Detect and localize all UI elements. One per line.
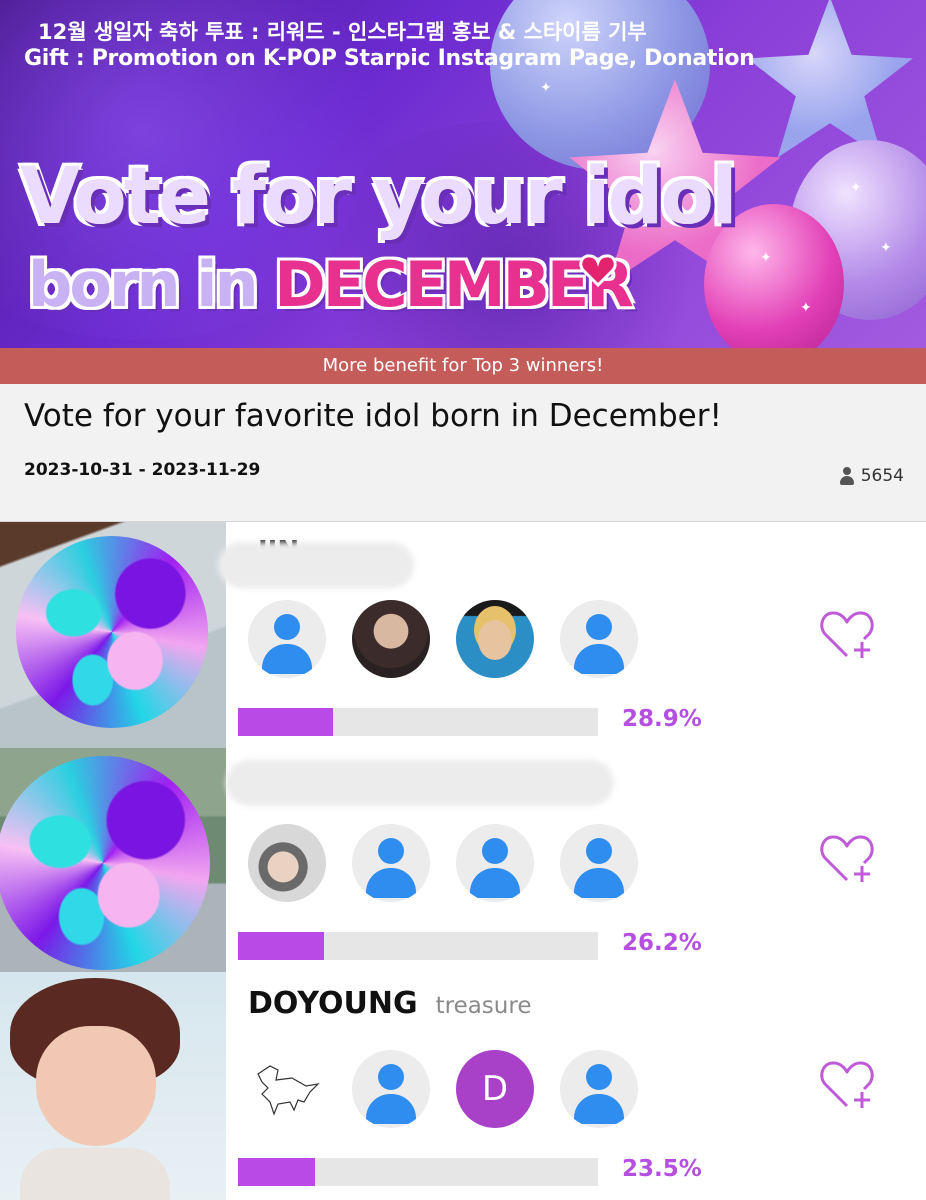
- candidate-photo[interactable]: [0, 748, 226, 972]
- participant-count: 5654: [839, 466, 904, 486]
- default-avatar[interactable]: [352, 1050, 430, 1128]
- heart-plus-icon[interactable]: [818, 830, 876, 886]
- candidate-group: treasure: [435, 993, 532, 1019]
- heart-plus-icon[interactable]: [818, 1056, 876, 1112]
- vote-info: Vote for your favorite idol born in Dece…: [0, 384, 926, 522]
- vote-percentage: 26.2%: [622, 930, 702, 956]
- banner-korean-subtitle: 12월 생일자 축하 투표 : 리워드 - 인스타그램 홍보 & 스타이름 기부: [38, 20, 647, 44]
- sparkle-icon: ✦: [850, 180, 862, 196]
- supporter-avatars: [248, 824, 638, 902]
- banner-headline-2: born in DECEMBER: [28, 248, 634, 321]
- benefit-bar: More benefit for Top 3 winners!: [0, 348, 926, 384]
- obscured-face-sticker: [16, 536, 208, 728]
- letter-avatar[interactable]: D: [456, 1050, 534, 1128]
- default-avatar[interactable]: [456, 824, 534, 902]
- participant-count-value: 5654: [860, 466, 904, 486]
- blurred-name-overlay: [226, 760, 614, 806]
- obscured-face-sticker: [0, 756, 210, 970]
- blurred-name-overlay: [218, 542, 414, 588]
- default-avatar[interactable]: [560, 1050, 638, 1128]
- candidate-row[interactable]: 26.2%: [0, 748, 926, 972]
- vote-progress-fill: [238, 708, 334, 736]
- default-avatar[interactable]: [352, 824, 430, 902]
- photo-avatar[interactable]: [352, 600, 430, 678]
- face-shape: [36, 1026, 156, 1146]
- vote-progress-bar: [238, 932, 598, 960]
- vote-percentage: 28.9%: [622, 706, 702, 732]
- candidate-photo[interactable]: [0, 522, 226, 748]
- person-icon: [839, 467, 855, 485]
- banner-gift-subtitle: Gift : Promotion on K-POP Starpic Instag…: [24, 46, 755, 71]
- candidate-name-text: DOYOUNG: [248, 986, 418, 1021]
- default-avatar[interactable]: [560, 824, 638, 902]
- sketch-avatar[interactable]: [248, 1050, 326, 1128]
- banner-headline-born: born in: [28, 248, 275, 321]
- default-avatar[interactable]: [560, 600, 638, 678]
- candidate-row[interactable]: JIN 28.9%: [0, 522, 926, 748]
- default-avatar[interactable]: [248, 600, 326, 678]
- heart-plus-icon[interactable]: [818, 606, 876, 662]
- clothes-shape: [20, 1148, 170, 1200]
- vote-title: Vote for your favorite idol born in Dece…: [24, 398, 722, 434]
- photo-avatar[interactable]: [248, 824, 326, 902]
- candidate-photo[interactable]: [0, 972, 226, 1200]
- event-banner[interactable]: ✦ ✦ ✦ ✦ ✦ 12월 생일자 축하 투표 : 리워드 - 인스타그램 홍보…: [0, 0, 926, 350]
- vote-progress-bar: [238, 1158, 598, 1186]
- candidate-name: DOYOUNG treasure: [248, 986, 531, 1021]
- sparkle-icon: ✦: [880, 240, 892, 256]
- heart-icon: [579, 254, 617, 288]
- candidate-row[interactable]: DOYOUNG treasure D 23.5%: [0, 972, 926, 1200]
- banner-headline: Vote for your idol: [20, 152, 738, 242]
- vote-progress-fill: [238, 932, 325, 960]
- dinosaur-sketch-icon: [257, 1065, 320, 1116]
- photo-avatar[interactable]: [456, 600, 534, 678]
- vote-progress-fill: [238, 1158, 316, 1186]
- supporter-avatars: D: [248, 1050, 638, 1128]
- supporter-avatars: [248, 600, 638, 678]
- sparkle-icon: ✦: [540, 80, 552, 96]
- vote-progress-bar: [238, 708, 598, 736]
- vote-period: 2023-10-31 - 2023-11-29: [24, 460, 261, 480]
- sparkle-icon: ✦: [800, 300, 812, 316]
- vote-percentage: 23.5%: [622, 1156, 702, 1182]
- sparkle-icon: ✦: [760, 250, 772, 266]
